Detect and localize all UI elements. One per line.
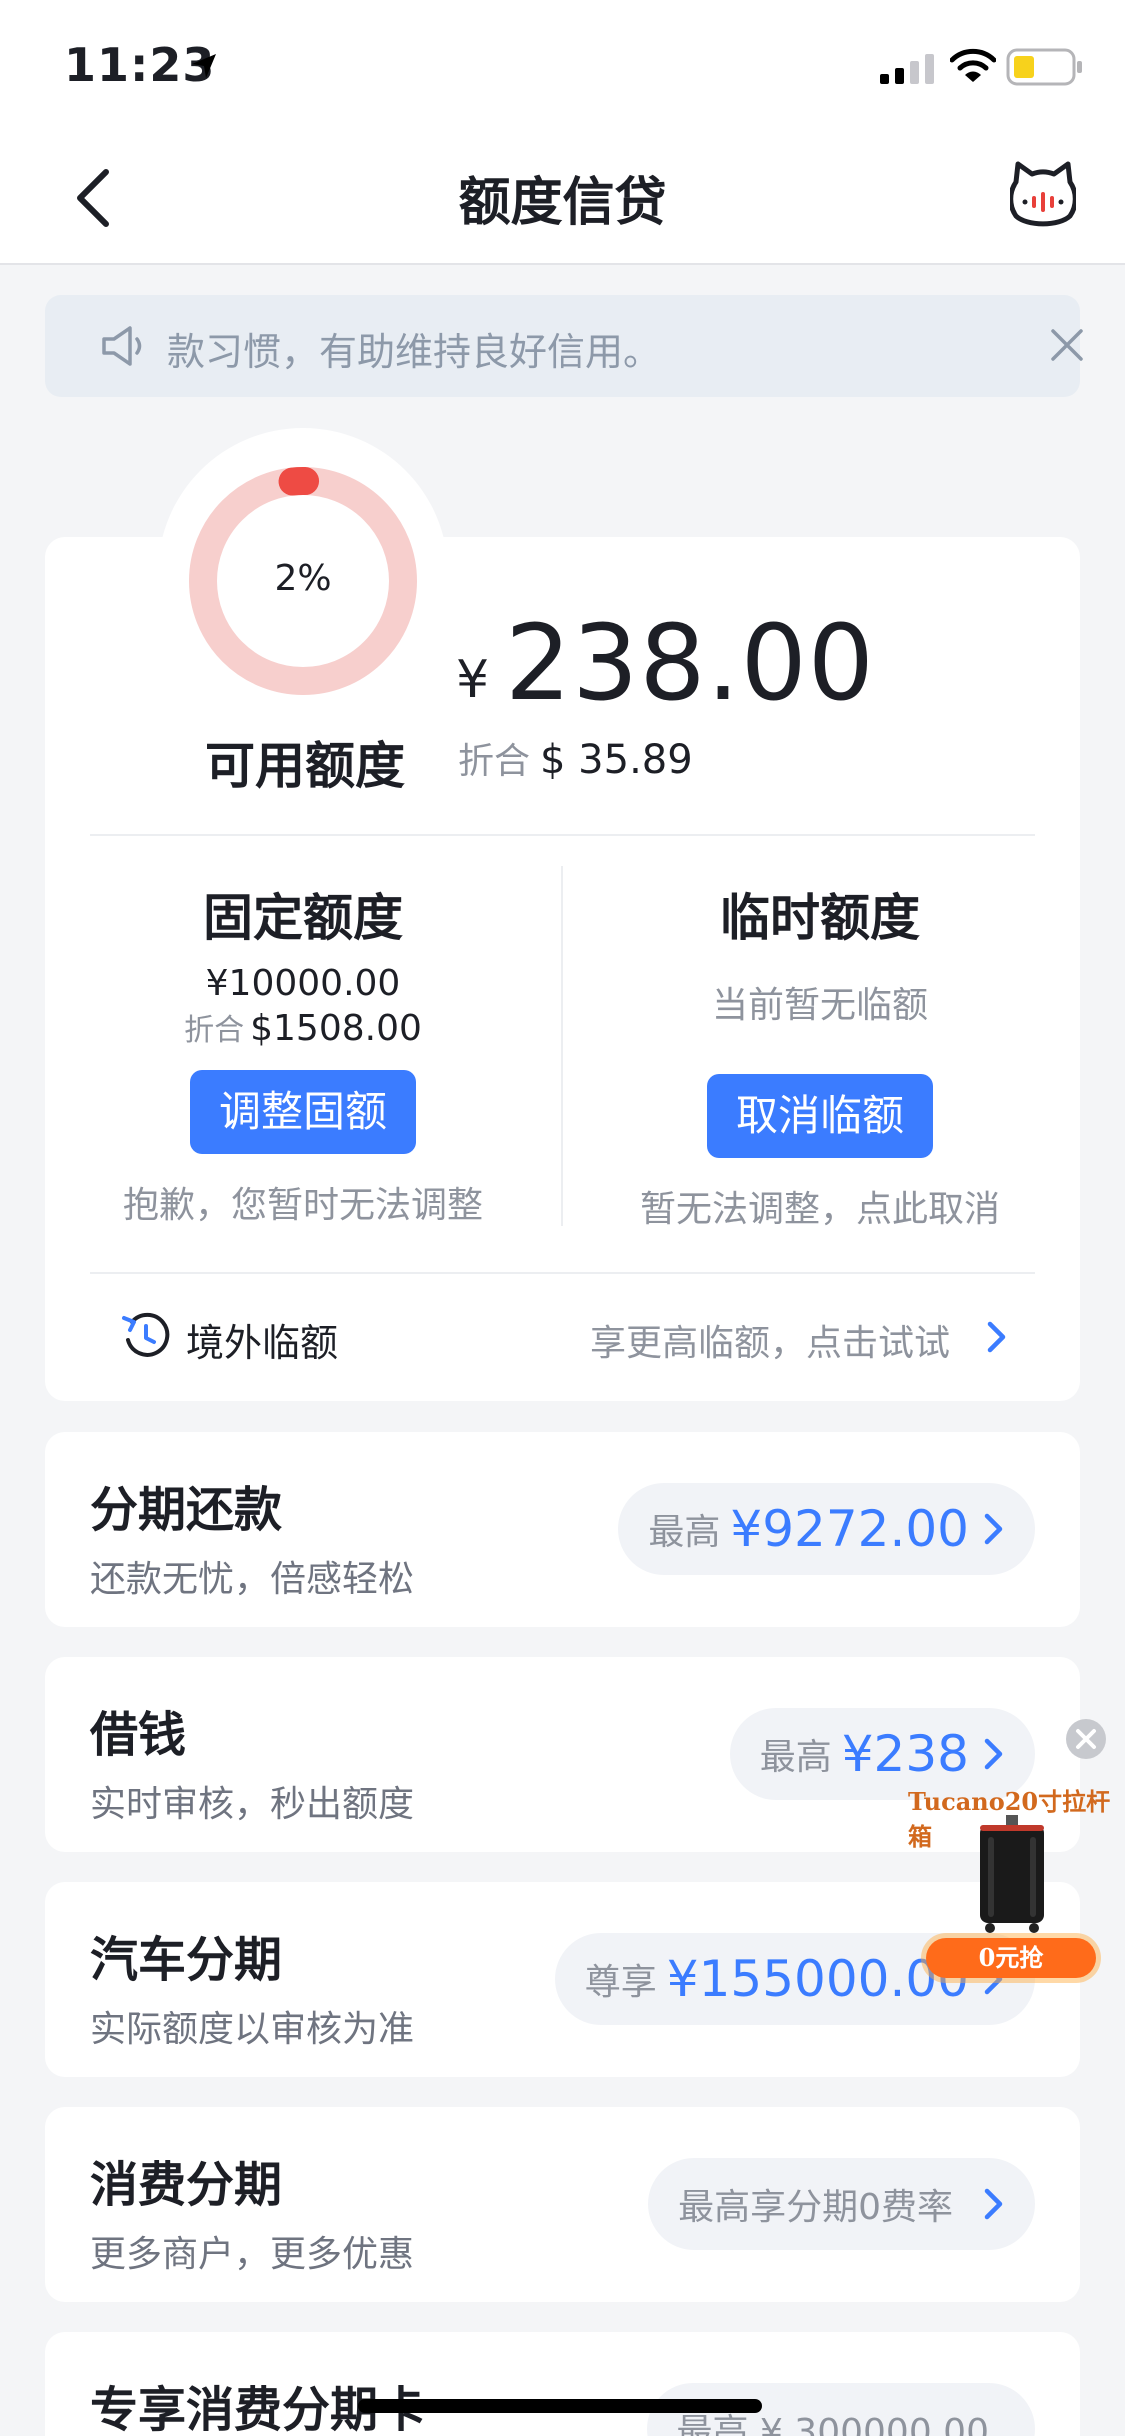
pill-prefix: 最高 bbox=[759, 1737, 832, 1778]
converted-amount-row: 折合 $ 35.89 bbox=[458, 732, 693, 784]
product-subtitle: 更多商户，更多优惠 bbox=[90, 2234, 415, 2275]
speaker-icon bbox=[102, 326, 142, 366]
product-title: 分期还款 bbox=[90, 1482, 283, 1538]
product-title: 借钱 bbox=[90, 1707, 187, 1763]
product-subtitle: 还款无忧，倍感轻松 bbox=[90, 1559, 415, 1600]
exclusive-installment-card[interactable]: 专享消费分期卡 最高 ¥ 300000.00 bbox=[45, 2332, 1080, 2436]
product-title: 汽车分期 bbox=[90, 1932, 283, 1988]
chevron-right-icon[interactable] bbox=[986, 1320, 1008, 1354]
car-installment-card[interactable]: 汽车分期 实际额度以审核为准 尊享 ¥155000.00 bbox=[45, 1882, 1080, 2077]
pill-amount: ¥9272.00 bbox=[730, 1500, 969, 1558]
product-subtitle: 实际额度以审核为准 bbox=[90, 2009, 415, 2050]
converted-prefix: 折合 bbox=[458, 741, 531, 782]
currency-symbol: ¥ bbox=[456, 650, 490, 710]
usage-percent: 2% bbox=[274, 558, 332, 599]
temporary-limit-note[interactable]: 暂无法调整，点此取消 bbox=[585, 1180, 1055, 1232]
page-title: 额度信贷 bbox=[458, 173, 667, 233]
close-icon[interactable] bbox=[1047, 325, 1087, 365]
overseas-limit-promo[interactable]: 享更高临额，点击试试 bbox=[590, 1314, 950, 1366]
divider bbox=[90, 834, 1035, 836]
wifi-icon bbox=[950, 48, 996, 82]
pill-prefix: 最高 bbox=[648, 1512, 721, 1553]
cancel-temporary-limit-button[interactable]: 取消临额 bbox=[707, 1074, 933, 1158]
product-promo-pill[interactable]: 最高享分期0费率 bbox=[648, 2158, 1035, 2250]
fixed-limit-amount: ¥10000.00 bbox=[205, 963, 401, 1004]
fixed-limit-section: 固定额度 ¥10000.00 折合 $1508.00 调整固额 抱歉，您暂时无法调… bbox=[68, 880, 538, 1228]
fixed-converted-prefix: 折合 bbox=[184, 1013, 245, 1048]
divider bbox=[90, 1272, 1035, 1274]
signal-icon bbox=[880, 54, 934, 84]
temporary-limit-section: 临时额度 当前暂无临额 取消临额 暂无法调整，点此取消 bbox=[585, 880, 1055, 1232]
fixed-converted-amount: $1508.00 bbox=[250, 1008, 422, 1049]
available-amount: 238.00 bbox=[505, 602, 875, 724]
consumer-installment-card[interactable]: 消费分期 更多商户，更多优惠 最高享分期0费率 bbox=[45, 2107, 1080, 2302]
fixed-limit-title: 固定额度 bbox=[203, 889, 403, 947]
notice-text: 款习惯，有助维持良好信用。 bbox=[167, 330, 662, 374]
converted-amount: $ 35.89 bbox=[540, 737, 693, 783]
suitcase-image[interactable] bbox=[972, 1815, 1052, 1935]
product-subtitle: 实时审核，秒出额度 bbox=[90, 1784, 415, 1825]
overseas-clock-icon bbox=[122, 1312, 170, 1357]
adjust-fixed-limit-button[interactable]: 调整固额 bbox=[190, 1070, 416, 1154]
temporary-limit-title: 临时额度 bbox=[720, 889, 920, 947]
product-title: 消费分期 bbox=[90, 2157, 283, 2213]
customer-service-mascot-icon[interactable] bbox=[1010, 160, 1076, 230]
pill-amount: ¥238 bbox=[841, 1725, 969, 1783]
temporary-limit-status: 当前暂无临额 bbox=[711, 985, 928, 1026]
available-credit-label: 可用额度 bbox=[205, 737, 405, 795]
pill-amount: ¥155000.00 bbox=[666, 1950, 969, 2008]
chevron-right-icon bbox=[984, 1513, 1003, 1545]
home-indicator bbox=[358, 2399, 762, 2413]
notice-banner: 款习惯，有助维持良好信用。 bbox=[45, 295, 1083, 397]
installment-repayment-card[interactable]: 分期还款 还款无忧，倍感轻松 最高 ¥9272.00 bbox=[45, 1432, 1080, 1627]
pill-text: 最高享分期0费率 bbox=[678, 2187, 953, 2228]
overseas-limit-label[interactable]: 境外临额 bbox=[186, 1312, 338, 1367]
ad-grab-button[interactable]: 0元抢 bbox=[926, 1938, 1096, 1978]
divider bbox=[561, 866, 563, 1226]
chevron-right-icon bbox=[984, 1738, 1003, 1770]
ad-close-icon[interactable] bbox=[1065, 1718, 1107, 1760]
chevron-right-icon bbox=[984, 2188, 1003, 2220]
location-arrow-icon bbox=[192, 54, 216, 78]
battery-icon bbox=[1006, 48, 1082, 86]
nav-bar: 额度信贷 bbox=[0, 130, 1125, 265]
fixed-limit-converted: 折合 $1508.00 bbox=[68, 1006, 538, 1052]
pill-prefix: 尊享 bbox=[584, 1962, 657, 2003]
product-limit-pill[interactable]: 最高 ¥9272.00 bbox=[618, 1483, 1035, 1575]
fixed-limit-note: 抱歉，您暂时无法调整 bbox=[122, 1185, 483, 1226]
status-bar: 11:23 bbox=[0, 0, 1125, 130]
